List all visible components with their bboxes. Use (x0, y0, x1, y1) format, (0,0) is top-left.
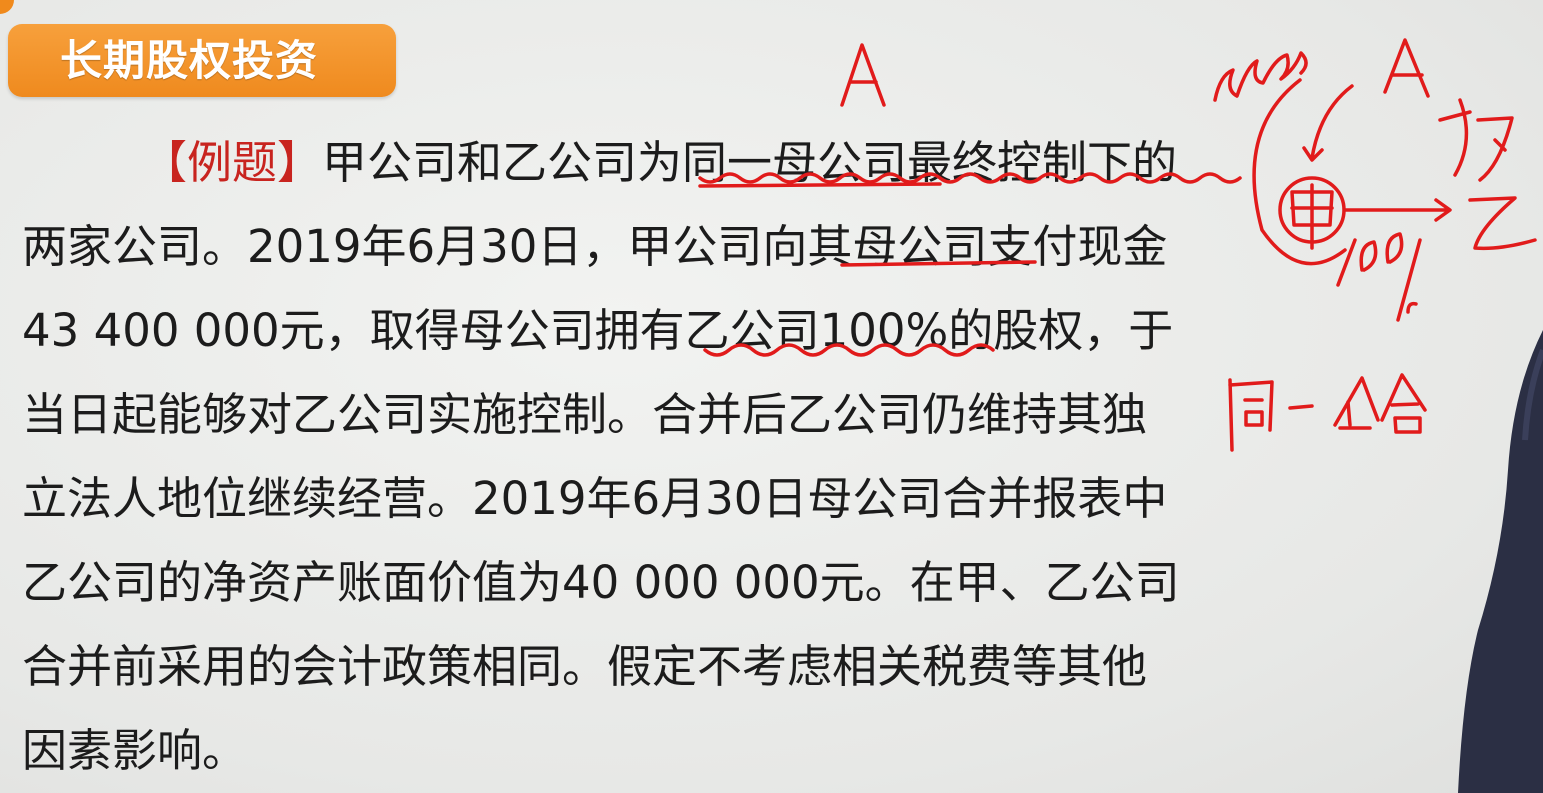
example-paragraph: 【例题】甲公司和乙公司为同一母公司最终控制下的 两家公司。2019年6月30日，… (22, 121, 1237, 793)
paragraph-line-4: 当日起能够对乙公司实施控制。合并后乙公司仍维持其独 (22, 388, 1148, 441)
paragraph-line-6: 乙公司的净资产账面价值为40 000 000元。在甲、乙公司 (22, 556, 1180, 609)
presenter-silhouette (1458, 330, 1543, 793)
paragraph-line-2: 两家公司。2019年6月30日，甲公司向其母公司支付现金 (22, 220, 1168, 273)
slide-title: 长期股权投资 (60, 36, 319, 85)
paragraph-line-5: 立法人地位继续经营。2019年6月30日母公司合并报表中 (22, 472, 1168, 525)
paragraph-line-7: 合并前采用的会计政策相同。假定不考虑相关税费等其他 (22, 640, 1148, 693)
title-badge: 长期股权投资 (8, 24, 396, 97)
paragraph-line-1: 【例题】甲公司和乙公司为同一母公司最终控制下的 (22, 121, 1237, 205)
example-tag: 【例题】 (142, 136, 323, 189)
paragraph-line-8: 因素影响。 (22, 724, 248, 777)
paragraph-line-1-text: 甲公司和乙公司为同一母公司最终控制下的 (322, 136, 1178, 189)
paragraph-line-3: 43 400 000元，取得母公司拥有乙公司100%的股权，于 (22, 304, 1174, 357)
